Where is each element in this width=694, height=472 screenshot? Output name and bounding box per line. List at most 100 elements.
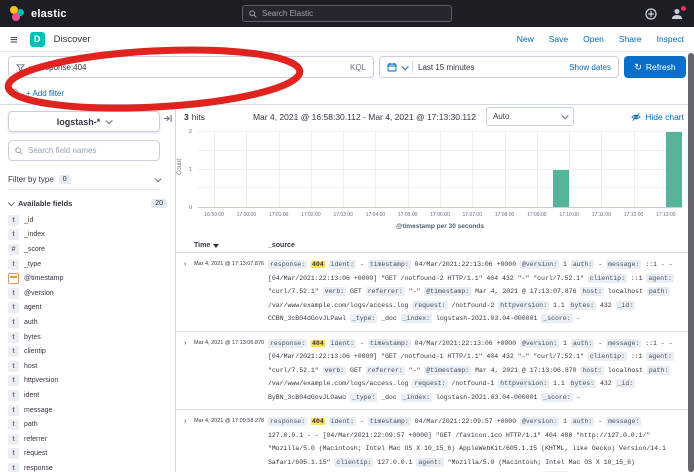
field-name: @version	[24, 290, 54, 297]
text-field-icon: t	[8, 288, 19, 299]
query-input[interactable]: response:404 KQL	[8, 56, 374, 78]
action-share[interactable]: Share	[619, 34, 642, 44]
field-name: httpversion	[24, 377, 58, 384]
histogram-bar-17:09:30[interactable]	[553, 170, 569, 208]
hide-chart-label: Hide chart	[645, 112, 684, 122]
action-save[interactable]: Save	[549, 34, 568, 44]
field-item-bytes[interactable]: tbytes	[8, 330, 167, 345]
field-item-agent[interactable]: tagent	[8, 301, 167, 316]
field-name: ident	[24, 392, 39, 399]
page-title: Discover	[54, 34, 91, 45]
hide-chart-button[interactable]: Hide chart	[631, 112, 684, 122]
field-item-clientip[interactable]: tclientip	[8, 344, 167, 359]
text-field-icon: t	[8, 375, 19, 386]
source-field-ident: ident:	[329, 339, 356, 348]
filter-by-type-control[interactable]: Filter by type 0	[8, 169, 160, 190]
source-value: /notfound-1	[451, 380, 494, 387]
action-new[interactable]: New	[517, 34, 534, 44]
histogram-bar-17:13:00[interactable]	[666, 132, 682, 207]
sort-desc-icon[interactable]	[213, 244, 219, 248]
field-item-ident[interactable]: tident	[8, 388, 167, 403]
source-field-@version: @version:	[520, 417, 559, 426]
time-range-value[interactable]: Last 15 minutes	[418, 63, 474, 72]
source-field-response: response:	[268, 339, 307, 348]
field-item-@timestamp[interactable]: @timestamp	[8, 271, 167, 286]
field-item-_id[interactable]: t_id	[8, 213, 167, 228]
interval-select[interactable]: Auto	[486, 107, 574, 126]
column-header-time[interactable]: Time	[194, 242, 268, 249]
collapse-sidebar-icon[interactable]	[163, 114, 172, 123]
field-name: @timestamp	[24, 275, 63, 282]
chevron-down-icon[interactable]	[402, 63, 409, 70]
notification-dot	[681, 6, 686, 11]
source-field-host: host:	[580, 287, 604, 296]
calendar-icon[interactable]	[387, 62, 397, 72]
action-inspect[interactable]: Inspect	[657, 34, 684, 44]
expand-row-icon[interactable]: ›	[184, 258, 194, 326]
elastic-logo[interactable]: elastic	[10, 6, 67, 21]
source-field-clientip: clientip:	[588, 352, 627, 361]
discover-app-badge[interactable]: D	[30, 32, 45, 47]
field-item-_type[interactable]: t_type	[8, 257, 167, 272]
field-item-_index[interactable]: t_index	[8, 228, 167, 243]
global-header: elastic Search Elastic	[0, 0, 694, 27]
field-item-auth[interactable]: tauth	[8, 315, 167, 330]
source-field-referrer: referrer:	[366, 366, 405, 375]
field-item-httpversion[interactable]: t httpversion	[8, 374, 167, 389]
index-pattern-select[interactable]: logstash-*	[8, 111, 160, 132]
field-name: message	[24, 407, 52, 414]
global-search-input[interactable]: Search Elastic	[242, 5, 452, 22]
field-item-message[interactable]: tmessage	[8, 403, 167, 418]
field-name: _score	[24, 246, 45, 253]
source-field-verb: verb:	[323, 366, 347, 375]
source-field-httpversion: httpversion:	[498, 379, 549, 388]
add-filter-button[interactable]: + Add filter	[26, 89, 64, 98]
scrollbar[interactable]	[688, 53, 694, 472]
expand-row-icon[interactable]: ›	[184, 337, 194, 405]
source-field-clientip: clientip:	[334, 458, 373, 467]
refresh-button[interactable]: ↻ Refresh	[624, 56, 686, 78]
clock-icon[interactable]	[9, 88, 19, 98]
text-field-icon: t	[8, 361, 19, 372]
chevron-down-icon[interactable]	[29, 63, 36, 70]
show-dates-button[interactable]: Show dates	[569, 63, 611, 72]
field-item-referrer[interactable]: treferrer	[8, 432, 167, 447]
query-language-button[interactable]: KQL	[350, 63, 366, 72]
source-value: -	[360, 340, 364, 347]
source-field-auth: auth:	[571, 260, 595, 269]
menu-icon[interactable]: ≡	[10, 33, 18, 46]
user-avatar[interactable]	[670, 7, 684, 21]
y-tick-label: 0	[176, 205, 192, 211]
field-item-response[interactable]: tresponse	[8, 461, 167, 472]
source-value: "curl/7.52.1"	[268, 288, 319, 295]
field-name: agent	[24, 304, 42, 311]
field-name: referrer	[24, 436, 47, 443]
source-value: /notfound-2	[451, 302, 494, 309]
expand-row-icon[interactable]: ›	[184, 415, 194, 472]
chart-plot-area[interactable]	[198, 132, 682, 208]
field-name: request	[24, 450, 47, 457]
field-search-input[interactable]: Search field names	[8, 140, 160, 161]
source-value: 1.1	[553, 380, 565, 387]
date-picker[interactable]: Last 15 minutes Show dates	[379, 56, 619, 78]
source-value: "curl/7.52.1"	[268, 367, 319, 374]
action-open[interactable]: Open	[583, 34, 604, 44]
field-item-@version[interactable]: t @version	[8, 286, 167, 301]
chevron-down-icon	[106, 117, 113, 124]
source-value: 432	[600, 302, 612, 309]
source-field-_id: _id:	[616, 301, 636, 310]
app-navbar: ≡ D Discover New Save Open Share Inspect	[0, 27, 694, 52]
field-item-request[interactable]: trequest	[8, 447, 167, 462]
scrollbar-thumb[interactable]	[688, 53, 694, 472]
number-field-icon: #	[8, 244, 19, 255]
search-icon	[249, 10, 257, 18]
deployment-icon[interactable]	[645, 8, 657, 20]
field-item-_score[interactable]: # _score	[8, 242, 167, 257]
source-field-bytes: bytes:	[569, 379, 596, 388]
query-menu-icon[interactable]	[16, 63, 25, 72]
available-fields-header[interactable]: Available fields 20	[8, 199, 167, 208]
field-item-host[interactable]: thost	[8, 359, 167, 374]
source-field-@timestamp: @timestamp:	[424, 366, 471, 375]
filter-by-type-label: Filter by type	[8, 175, 54, 184]
field-item-path[interactable]: tpath	[8, 417, 167, 432]
